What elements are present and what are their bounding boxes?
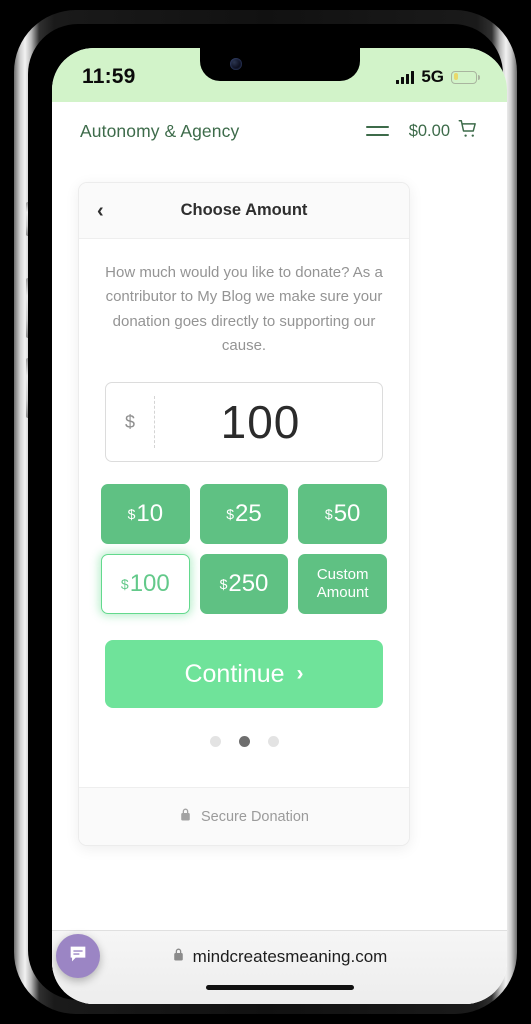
secure-donation-label: Secure Donation: [200, 808, 309, 825]
currency-symbol: $: [219, 576, 228, 593]
pagination-dot-2[interactable]: [267, 736, 279, 748]
continue-button[interactable]: Continue ›: [105, 640, 383, 709]
lock-icon: [172, 947, 185, 967]
signal-bars-icon: [396, 70, 415, 84]
chat-widget-button[interactable]: [56, 934, 100, 978]
pagination-dot-1[interactable]: [238, 736, 250, 748]
amount-value: 250: [228, 570, 269, 598]
card-content: How much would you like to donate? As a …: [79, 239, 409, 765]
home-indicator[interactable]: [205, 985, 354, 990]
amount-value: 10: [136, 500, 164, 528]
donation-description: How much would you like to donate? As a …: [105, 264, 383, 354]
amount-value: 50: [333, 500, 361, 528]
pagination-dots: [101, 736, 387, 748]
chevron-right-icon: ›: [296, 662, 304, 686]
front-camera-icon: [229, 58, 242, 70]
chat-bubble-icon: [67, 943, 89, 970]
battery-icon: [451, 70, 480, 84]
url-group[interactable]: mindcreatesmeaning.com: [172, 947, 388, 967]
status-time: 11:59: [82, 65, 136, 88]
amount-input-value: 100: [220, 396, 301, 449]
currency-symbol: $: [127, 506, 136, 523]
status-indicators: 5G: [396, 67, 480, 87]
site-header: Autonomy & Agency $0.00: [52, 102, 507, 160]
amount-option-10[interactable]: $10: [101, 484, 190, 545]
brand-title[interactable]: Autonomy & Agency: [80, 121, 239, 142]
currency-symbol: $: [124, 411, 135, 432]
chevron-left-icon[interactable]: ‹: [97, 201, 121, 221]
currency-symbol: $: [324, 506, 333, 523]
phone-bezel: 11:59 5G Autonomy & Agency $0.00 ‹ Choos…: [28, 24, 507, 1004]
browser-address-bar[interactable]: mindcreatesmeaning.com: [52, 930, 507, 1004]
header-actions: $0.00: [365, 118, 479, 145]
url-text: mindcreatesmeaning.com: [192, 947, 388, 966]
network-label: 5G: [421, 67, 444, 86]
page-title: Choose Amount: [180, 201, 308, 219]
cart-button[interactable]: $0.00: [409, 118, 479, 145]
amount-option-100[interactable]: $100: [101, 554, 190, 615]
currency-symbol: $: [120, 576, 129, 593]
hamburger-menu-icon[interactable]: [365, 125, 389, 137]
battery-fill: [453, 73, 458, 80]
amount-option-25[interactable]: $25: [199, 484, 289, 545]
amount-option-50[interactable]: $50: [298, 484, 387, 545]
amount-value: 100: [129, 570, 170, 598]
page-body: ‹ Choose Amount How much would you like …: [52, 160, 507, 1004]
amount-option-custom[interactable]: Custom Amount: [298, 554, 387, 615]
card-header: ‹ Choose Amount: [79, 183, 409, 239]
cart-total: $0.00: [408, 121, 450, 140]
amount-options-grid: $10 $25 $50 $100 $250 Custom Amount: [101, 484, 387, 615]
shopping-cart-icon: [457, 118, 479, 145]
pagination-dot-0[interactable]: [209, 736, 221, 748]
continue-label: Continue: [184, 659, 285, 688]
currency-symbol: $: [226, 506, 235, 523]
display-notch: [199, 48, 360, 81]
phone-frame: 11:59 5G Autonomy & Agency $0.00 ‹ Choos…: [14, 10, 517, 1014]
amount-value: 25: [235, 500, 262, 528]
amount-option-250[interactable]: $250: [199, 554, 289, 615]
lock-icon: [179, 807, 192, 827]
card-footer: Secure Donation: [79, 787, 409, 846]
donation-card: ‹ Choose Amount How much would you like …: [78, 182, 410, 847]
phone-screen: 11:59 5G Autonomy & Agency $0.00 ‹ Choos…: [52, 48, 507, 1004]
amount-input[interactable]: $ 100: [105, 382, 383, 463]
